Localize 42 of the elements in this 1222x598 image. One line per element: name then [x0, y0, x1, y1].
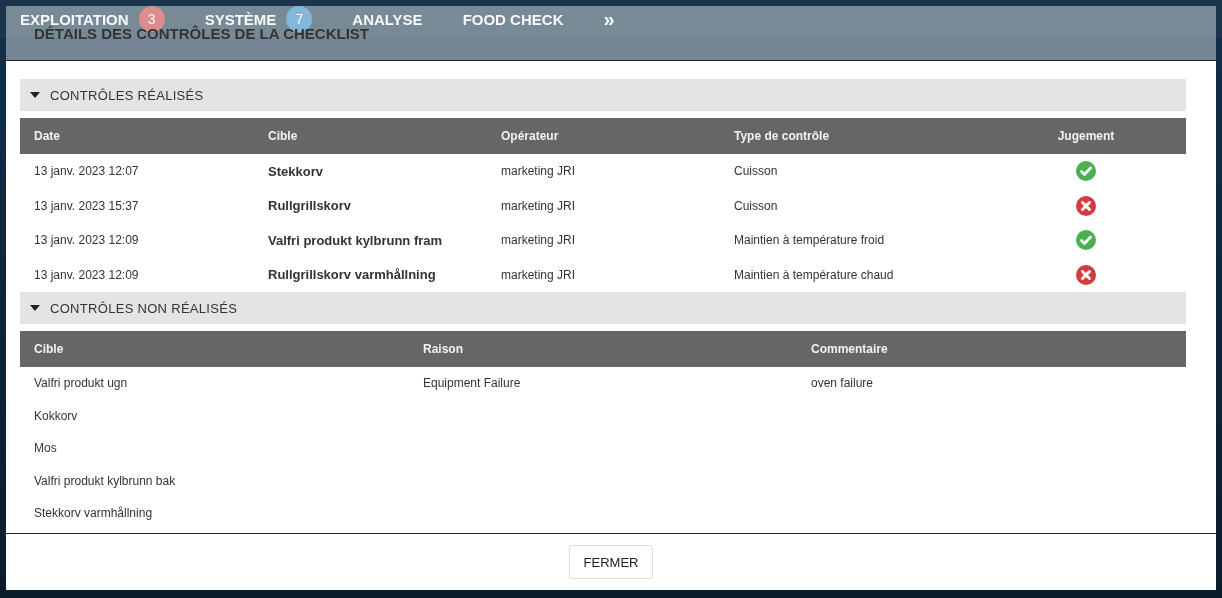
column-header: Commentaire — [810, 342, 888, 356]
table-cell-text: Rullgrillskorv varmhållning — [267, 267, 437, 283]
table-cell-text: Kokkorv — [33, 408, 79, 423]
table-cell-text: marketing JRI — [500, 198, 577, 213]
table-cell-text: Mos — [33, 441, 58, 456]
column-header: Cible — [33, 342, 64, 356]
table-cell-text: marketing JRI — [500, 164, 577, 179]
column-header: Jugement — [1057, 129, 1115, 143]
close-button[interactable]: FERMER — [568, 545, 654, 579]
nav-tab[interactable]: ANALYSE — [352, 10, 423, 28]
nav-tab[interactable]: SYSTÈME — [204, 10, 277, 28]
table-cell-text: Valfri produkt ugn — [33, 376, 129, 391]
section-header[interactable]: CONTRÔLES NON RÉALISÉS — [20, 292, 1186, 324]
column-header: Date — [33, 129, 60, 143]
table-cell-text: Cuisson — [733, 198, 779, 213]
nav-tab[interactable]: FOOD CHECK — [462, 10, 564, 28]
column-header: Opérateur — [500, 129, 559, 143]
table-cell-text: marketing JRI — [500, 233, 577, 248]
table-cell-text: marketing JRI — [500, 267, 577, 282]
table-cell-text: Stekkorv varmhållning — [33, 506, 154, 521]
more-button[interactable]: » — [603, 7, 615, 31]
caret-icon — [30, 92, 40, 98]
column-header: Cible — [267, 129, 298, 143]
column-header: Raison — [422, 342, 463, 356]
table-cell-text: Valfri produkt kylbrunn bak — [33, 473, 177, 488]
table-cell-text: Cuisson — [733, 164, 779, 179]
table-cell-text: Valfri produkt kylbrunn fram — [267, 232, 444, 248]
table-cell-text: Stekkorv — [267, 163, 324, 179]
table-cell-text: 13 janv. 2023 12:07 — [33, 164, 140, 179]
section-title: CONTRÔLES RÉALISÉS — [50, 87, 204, 103]
table-cell-text: Equipment Failure — [422, 376, 522, 391]
table-cell-text: Rullgrillskorv — [267, 198, 353, 214]
column-header: Type de contrôle — [733, 129, 830, 143]
section-header[interactable]: CONTRÔLES RÉALISÉS — [20, 79, 1186, 111]
table-cell-text: 13 janv. 2023 12:09 — [33, 267, 140, 282]
table-cell-text: 13 janv. 2023 15:37 — [33, 198, 140, 213]
table-cell-text: oven failure — [810, 376, 875, 391]
table-cell-text: Maintien à température chaud — [733, 267, 895, 282]
table-cell-text: Maintien à température froid — [733, 233, 886, 248]
table-cell-text: 13 janv. 2023 12:09 — [33, 233, 140, 248]
caret-icon — [30, 305, 40, 311]
section-title: CONTRÔLES NON RÉALISÉS — [50, 300, 238, 316]
